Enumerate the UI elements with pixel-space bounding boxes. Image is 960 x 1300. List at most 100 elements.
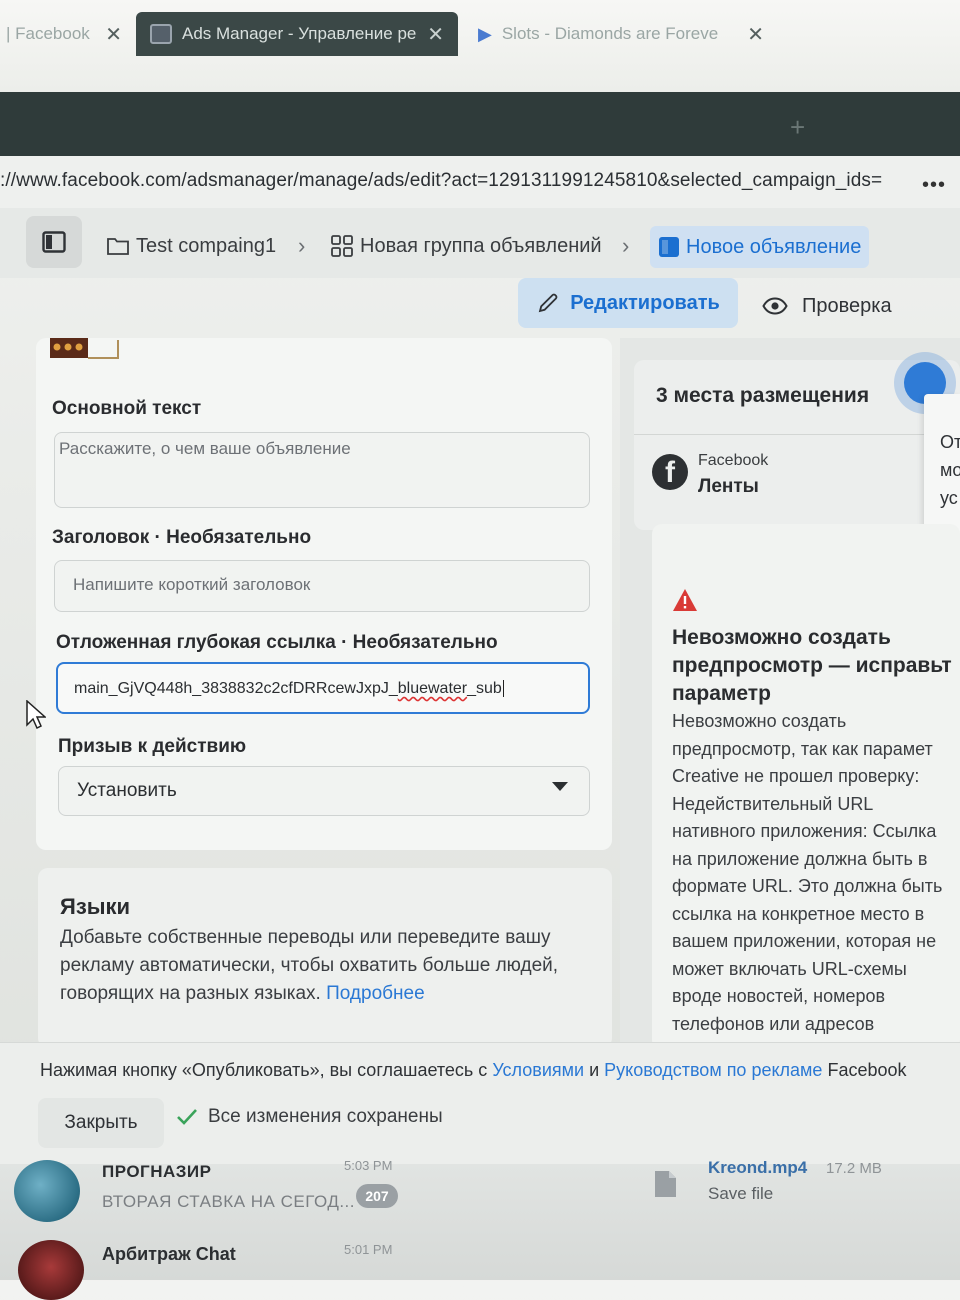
terms-notice: Нажимая кнопку «Опубликовать», вы соглаш… (40, 1060, 907, 1081)
error-line: нативного приложения: Ссылка (672, 821, 937, 841)
deeplink-value: _sub (467, 680, 502, 697)
languages-title: Языки (60, 894, 131, 919)
breadcrumb-label: Новая группа объявлений (360, 234, 602, 257)
divider (634, 434, 960, 435)
file-name[interactable]: Kreond.mp4 (708, 1158, 807, 1178)
headline-input[interactable]: Напишите короткий заголовок (54, 560, 590, 612)
breadcrumb-label: Новое объявление (686, 235, 862, 258)
breadcrumb-adset[interactable]: Новая группа объявлений (330, 230, 602, 262)
breadcrumb-separator: › (622, 233, 630, 258)
error-line: на приложение должна быть в (672, 848, 928, 869)
terms-text: Нажимая кнопку «Опубликовать», вы соглаш… (40, 1060, 493, 1080)
tab-facebook[interactable]: | Facebook ✕ (0, 12, 136, 56)
check-icon (177, 1109, 197, 1125)
learn-more-link[interactable]: Подробнее (326, 983, 425, 1004)
languages-text: Добавьте собственные переводы или переве… (60, 927, 559, 1004)
error-line: может включать URL-схемы (672, 958, 907, 979)
tab-strip (0, 92, 960, 156)
primary-text-input[interactable]: Расскажите, о чем ваше объявление (54, 432, 590, 508)
chat-name[interactable]: Арбитраж Chat (102, 1244, 236, 1265)
ad-icon (659, 237, 679, 257)
error-line: предпросмотр, так как парамет (672, 738, 933, 759)
breadcrumb-ad[interactable]: Новое объявление (650, 226, 870, 268)
error-line: Невозможно создать (672, 711, 847, 731)
terms-text: Facebook (822, 1060, 907, 1080)
avatar[interactable] (14, 1160, 80, 1222)
tooltip-line: От (940, 432, 960, 452)
languages-description: Добавьте собственные переводы или переве… (60, 924, 600, 1008)
tab-label: Slots - Diamonds are Foreve (501, 24, 719, 43)
tab-label: Ads Manager - Управление ре (182, 24, 417, 43)
headline-label: Заголовок · Необязательно (52, 527, 312, 548)
error-line: ссылка на конкретное место в (672, 903, 925, 924)
saved-status: Все изменения сохранены (176, 1106, 443, 1128)
sidebar-icon (42, 231, 66, 253)
close-icon[interactable]: ✕ (427, 22, 444, 47)
sidebar-toggle-button[interactable] (26, 216, 82, 268)
primary-text-label: Основной текст (52, 398, 202, 419)
play-store-icon: ▶ (478, 24, 492, 44)
deferred-deeplink-input[interactable]: main_GjVQ448h_3838832c2cfDRRcewJxpJ_blue… (56, 662, 590, 714)
tooltip-line: мо (940, 460, 960, 480)
pencil-icon (538, 293, 558, 313)
url-text[interactable]: ://www.facebook.com/adsmanager/manage/ad… (0, 170, 882, 192)
breadcrumb-label: Test compaing1 (136, 234, 277, 257)
media-thumbnail (50, 338, 119, 359)
avatar[interactable] (18, 1240, 84, 1300)
new-tab-button[interactable]: + (790, 112, 805, 143)
placement-feeds[interactable]: Ленты (698, 476, 759, 498)
call-to-action-select[interactable]: Установить (58, 766, 590, 816)
error-line: Creative не прошел проверку: (672, 766, 920, 786)
error-line: вроде новостей, номеров (672, 986, 886, 1006)
breadcrumb-separator: › (298, 233, 306, 258)
deeplink-value: main_GjVQ448h_3838832c2cfDRRcewJxpJ_ (74, 680, 398, 697)
edit-label: Редактировать (570, 291, 720, 314)
saved-label: Все изменения сохранены (208, 1106, 443, 1127)
close-icon[interactable]: ✕ (105, 22, 122, 47)
terms-text: и (584, 1060, 605, 1080)
tooltip-line: ус (940, 488, 958, 508)
grid-icon (331, 235, 353, 257)
terms-link[interactable]: Условиями (492, 1060, 584, 1080)
unread-badge: 207 (356, 1184, 398, 1208)
review-label: Проверка (802, 294, 892, 317)
ads-manager-icon (150, 24, 172, 44)
file-size: 17.2 MB (826, 1160, 882, 1177)
preview-error-message: Невозможно создать предпросмотр, так как… (672, 708, 960, 1038)
chat-name[interactable]: ПРОГНАЗИР (102, 1162, 211, 1182)
more-icon[interactable]: ••• (922, 174, 946, 197)
close-button[interactable]: Закрыть (38, 1098, 164, 1148)
chat-time: 5:03 PM (344, 1158, 393, 1173)
caret-down-icon[interactable] (552, 782, 568, 791)
deferred-deeplink-label: Отложенная глубокая ссылка · Необязатель… (56, 632, 498, 653)
edit-mode-button[interactable]: Редактировать (518, 278, 738, 328)
placement-platform: Facebook (698, 452, 769, 469)
chat-preview: ВТОРАЯ СТАВКА НА СЕГОД... (102, 1192, 355, 1211)
chat-time: 5:01 PM (344, 1242, 393, 1257)
tab-slots[interactable]: ▶ Slots - Diamonds are Foreve ✕ (470, 12, 778, 56)
error-line: формате URL. Это должна быть (672, 876, 943, 896)
mouse-cursor-icon (26, 700, 46, 730)
error-line: телефонов или адресов (672, 1013, 875, 1034)
close-icon[interactable]: ✕ (747, 22, 764, 47)
breadcrumb-campaign[interactable]: Test compaing1 (106, 230, 276, 262)
placements-title: 3 места размещения (656, 384, 870, 407)
eye-icon (762, 297, 788, 315)
error-title-line: Невозможно создать (672, 626, 891, 649)
folder-icon (107, 238, 129, 255)
preview-error-title: Невозможно создать предпросмотр — исправ… (672, 624, 960, 708)
facebook-icon: f (652, 454, 688, 490)
error-title-line: параметр (672, 682, 771, 705)
warning-icon (673, 589, 697, 611)
tab-ads-manager[interactable]: Ads Manager - Управление ре ✕ (136, 12, 458, 56)
error-title-line: предпросмотр — исправьт (672, 654, 952, 677)
spellcheck-flagged-word: bluewater (397, 680, 468, 697)
review-mode-button[interactable]: Проверка (762, 284, 892, 328)
save-file-link[interactable]: Save file (708, 1184, 773, 1204)
file-icon[interactable] (652, 1170, 678, 1198)
error-line: Недействительный URL (672, 793, 874, 814)
ad-policy-link[interactable]: Руководством по рекламе (604, 1060, 822, 1080)
call-to-action-label: Призыв к действию (58, 736, 247, 757)
tab-label: | Facebook (6, 24, 90, 43)
text-caret (502, 680, 504, 697)
